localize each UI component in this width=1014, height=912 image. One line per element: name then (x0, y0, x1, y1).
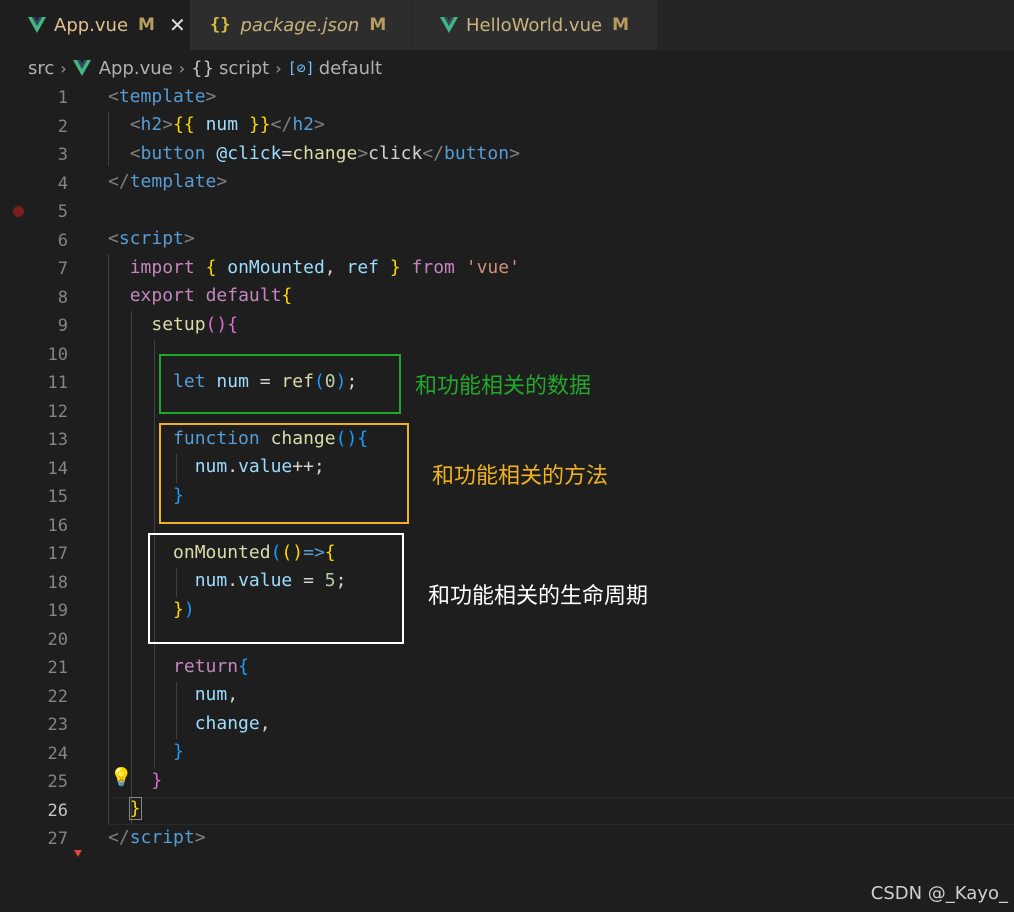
line-number: 27 (47, 829, 68, 849)
vue-icon (28, 17, 46, 33)
line-number: 6 (57, 230, 68, 251)
line-number: 9 (57, 316, 68, 336)
tab-bar: App.vue M ✕ {} package.json M HelloWorld… (0, 0, 1014, 50)
close-icon[interactable]: ✕ (169, 13, 186, 37)
code-line: num, (194, 684, 239, 705)
breadcrumb-file[interactable]: App.vue (72, 57, 173, 79)
code-line: setup(){ (151, 314, 239, 335)
annotation-data: 和功能相关的数据 (415, 374, 592, 399)
tab-label: HelloWorld.vue (466, 14, 603, 36)
vue-icon (72, 60, 91, 76)
line-number: 24 (47, 743, 68, 764)
annotation-method: 和功能相关的方法 (432, 464, 609, 489)
code-line: change, (194, 713, 271, 734)
tab-label: App.vue (54, 14, 129, 36)
breadcrumb-section[interactable]: {} script (191, 58, 269, 79)
code-line: import { onMounted, ref } from 'vue' (129, 257, 520, 278)
tab-app-vue[interactable]: App.vue M ✕ (0, 0, 190, 50)
line-number: 16 (47, 515, 68, 536)
breakpoint-dot-icon[interactable] (13, 206, 24, 217)
error-marker-icon (74, 850, 82, 857)
method-highlight-box (159, 423, 409, 524)
breadcrumb-folder[interactable]: src (28, 58, 54, 79)
chevron-right-icon: › (60, 58, 67, 78)
line-number: 25 (47, 772, 68, 792)
code-line: </template> (108, 171, 228, 192)
line-number: 17 (47, 544, 68, 564)
line-number: 1 (57, 88, 68, 108)
line-number: 2 (57, 116, 68, 137)
modified-badge: M (612, 15, 629, 35)
modified-badge: M (369, 15, 387, 35)
chevron-right-icon: › (275, 58, 282, 78)
code-line: return{ (173, 656, 249, 677)
data-highlight-box (159, 354, 401, 414)
line-number: 18 (47, 572, 68, 593)
line-number: 26 (47, 800, 68, 821)
code-line: <template> (108, 86, 217, 107)
code-editor[interactable]: 1 2 3 4 5 6 7 8 9 10 11 12 13 14 15 16 17 18 19 20 21 22 23 24 2… (0, 86, 1014, 912)
tab-package-json[interactable]: {} package.json M (190, 0, 412, 50)
indent-guide (108, 254, 109, 824)
line-number: 22 (47, 686, 68, 707)
code-line: <script> (108, 228, 195, 249)
line-number: 23 (47, 715, 68, 735)
code-line: <button @click=change>click</button> (129, 143, 520, 164)
breadcrumb: src › App.vue › {} script › [⊘] default (0, 50, 1014, 86)
line-number: 5 (57, 202, 68, 222)
line-number: 7 (57, 259, 68, 279)
chevron-right-icon: › (178, 58, 186, 78)
tab-label: package.json (240, 14, 360, 36)
line-number: 21 (47, 658, 68, 678)
line-number: 13 (47, 430, 68, 450)
breadcrumb-section-label: script (219, 57, 270, 79)
breadcrumb-file-label: App.vue (98, 57, 173, 79)
breadcrumb-symbol[interactable]: [⊘] default (288, 58, 382, 79)
vue-icon (440, 17, 458, 33)
line-number: 19 (47, 601, 68, 621)
code-line: } (128, 797, 142, 820)
breadcrumb-symbol-label: default (318, 57, 383, 79)
line-number: 15 (47, 487, 68, 507)
code-line: export default{ (129, 285, 293, 306)
modified-badge: M (138, 15, 155, 35)
line-number: 20 (47, 629, 68, 650)
annotation-lifecycle: 和功能相关的生命周期 (428, 584, 649, 609)
line-number: 10 (47, 344, 68, 365)
line-number: 11 (47, 373, 68, 393)
code-line: } (173, 741, 184, 762)
line-number: 8 (57, 287, 68, 308)
lightbulb-icon[interactable]: 💡 (110, 767, 132, 788)
json-braces-icon: {} (210, 15, 231, 35)
line-number: 3 (57, 145, 68, 165)
braces-icon: {} (191, 57, 215, 79)
watermark: CSDN @_Kayo_ (870, 883, 1008, 904)
code-line: <h2>{{ num }}</h2> (129, 114, 325, 135)
current-line-highlight (108, 797, 1014, 825)
line-number: 12 (47, 401, 68, 422)
variable-icon: [⊘] (287, 59, 315, 77)
line-number: 14 (47, 458, 68, 479)
code-line: </script> (108, 827, 206, 848)
lifecycle-highlight-box (148, 533, 404, 644)
line-number: 4 (57, 173, 68, 194)
tab-helloworld-vue[interactable]: HelloWorld.vue M (412, 0, 658, 50)
